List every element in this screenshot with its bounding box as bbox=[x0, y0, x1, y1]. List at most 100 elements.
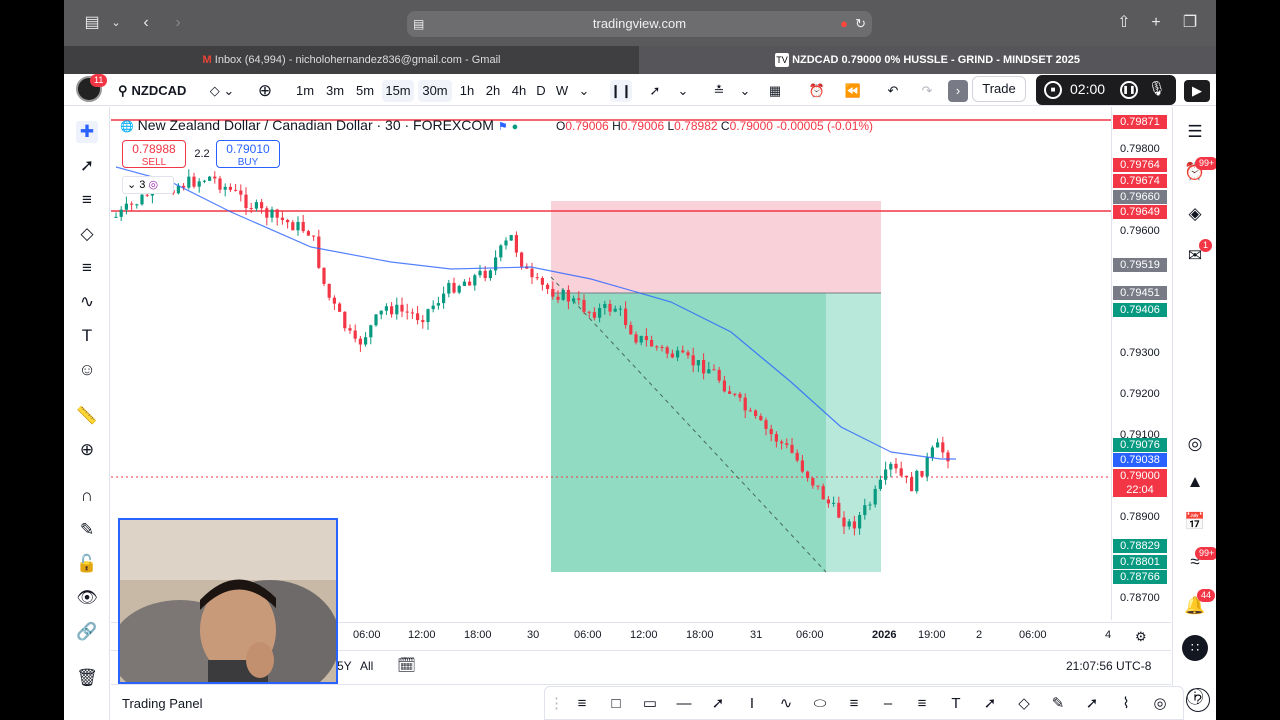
layouts-icon[interactable]: ▦ bbox=[764, 80, 786, 102]
stay-drawing-icon[interactable]: ✎ bbox=[76, 519, 98, 541]
rectangle-icon[interactable]: □ bbox=[605, 693, 627, 715]
eye-icon[interactable]: 👁 bbox=[76, 587, 98, 609]
date-range-icon[interactable]: 🗓 bbox=[397, 656, 416, 674]
spread-value: 2.2 bbox=[194, 148, 210, 160]
fib-retracement-icon[interactable]: ≡ bbox=[76, 189, 98, 211]
chevron-down-icon[interactable]: ⌄ bbox=[576, 80, 592, 102]
magnet-icon[interactable]: ∩ bbox=[76, 485, 98, 507]
interval-3m[interactable]: 3m bbox=[322, 80, 348, 102]
text-cursor-icon[interactable]: I bbox=[741, 693, 763, 715]
interval-1m[interactable]: 1m bbox=[292, 80, 318, 102]
pattern-icon[interactable]: ◇ bbox=[1013, 693, 1035, 715]
alert-icon[interactable]: ⏰ bbox=[806, 80, 828, 102]
trash-icon[interactable]: 🗑 bbox=[76, 667, 98, 689]
link-icon[interactable]: 🔗 bbox=[76, 621, 98, 643]
text-tool-icon[interactable]: T bbox=[76, 325, 98, 347]
candle-body bbox=[904, 475, 908, 478]
sell-button[interactable]: 0.78988 SELL bbox=[122, 140, 186, 168]
microphone-icon[interactable]: 🎙 bbox=[1148, 80, 1166, 97]
watchlist-icon[interactable]: ☰ bbox=[1184, 121, 1206, 143]
clock[interactable]: 21:07:56 UTC-8 bbox=[1066, 659, 1151, 673]
text-icon[interactable]: T bbox=[945, 693, 967, 715]
new-tab-icon[interactable]: + bbox=[1146, 13, 1166, 33]
brush-icon[interactable]: ∿ bbox=[76, 291, 98, 313]
candle-body bbox=[535, 277, 539, 279]
chevron-down-icon[interactable]: ⌄ bbox=[106, 13, 126, 33]
address-bar[interactable]: ▤ tradingview.com ● ↻ bbox=[407, 11, 872, 37]
brush-icon[interactable]: ✎ bbox=[1047, 693, 1069, 715]
share-icon[interactable]: ⇧ bbox=[1114, 13, 1134, 33]
trade-button[interactable]: Trade bbox=[972, 76, 1026, 102]
sidebar-icon[interactable]: ▤ bbox=[82, 13, 102, 33]
range-5y[interactable]: 5Y bbox=[337, 659, 352, 673]
crosshair-icon[interactable]: ✚ bbox=[76, 121, 98, 143]
question-icon[interactable]: ? bbox=[1186, 688, 1210, 712]
indicators-icon[interactable]: ≛ bbox=[708, 80, 730, 102]
candle-body bbox=[821, 486, 825, 500]
candle-body bbox=[748, 410, 752, 412]
fib-icon[interactable]: ≡ bbox=[571, 693, 593, 715]
range-all[interactable]: All bbox=[360, 659, 373, 673]
indicators-toggle[interactable]: ⌄ 3 ◎ bbox=[122, 176, 174, 194]
interval-5m[interactable]: 5m bbox=[352, 80, 378, 102]
lock-icon[interactable]: 🔓 bbox=[76, 553, 98, 575]
chevron-down-icon[interactable]: ⌄ bbox=[676, 80, 690, 102]
zoom-in-icon[interactable]: ⊕ bbox=[76, 439, 98, 461]
layers-icon[interactable]: ◈ bbox=[1184, 203, 1206, 225]
reload-icon[interactable]: ↻ bbox=[855, 11, 866, 37]
interval-2h[interactable]: 2h bbox=[482, 80, 504, 102]
chart-title[interactable]: New Zealand Dollar / Canadian Dollar · 3… bbox=[138, 117, 494, 133]
ideas-icon[interactable]: ▲ bbox=[1184, 471, 1206, 493]
more-tools-icon[interactable]: ◎ bbox=[1149, 693, 1171, 715]
trend-line-icon[interactable]: ➚ bbox=[707, 693, 729, 715]
tabs-overview-icon[interactable]: ❐ bbox=[1180, 13, 1200, 33]
parallel-channel-icon[interactable]: ▭ bbox=[639, 693, 661, 715]
interval-d[interactable]: D bbox=[534, 80, 548, 102]
horizontal-line-icon[interactable]: – bbox=[877, 693, 899, 715]
line-style-icon[interactable]: ➚ bbox=[644, 80, 666, 102]
calendar-icon[interactable]: 📅 bbox=[1184, 511, 1206, 533]
candle-style-icon[interactable]: ❙❙ bbox=[610, 80, 632, 102]
chevron-down-icon[interactable]: ⌄ bbox=[738, 80, 752, 102]
path-icon[interactable]: ∿ bbox=[775, 693, 797, 715]
projection-icon[interactable]: ≡ bbox=[911, 693, 933, 715]
pattern-icon[interactable]: ◇ bbox=[76, 223, 98, 245]
ruler-icon[interactable]: 📏 bbox=[76, 405, 98, 427]
price-scale[interactable]: 0.79800 0.79600 0.79300 0.79200 0.79100 … bbox=[1111, 107, 1171, 620]
shape-icon[interactable]: ⬭ bbox=[809, 693, 831, 715]
forward-icon[interactable]: › bbox=[168, 13, 188, 33]
target-icon[interactable]: ◎ bbox=[1184, 433, 1206, 455]
interval-w[interactable]: W bbox=[554, 80, 570, 102]
pause-icon[interactable]: ❚❚ bbox=[1120, 81, 1138, 99]
interval-4h[interactable]: 4h bbox=[508, 80, 530, 102]
expand-icon[interactable]: › bbox=[948, 80, 968, 102]
tab-gmail[interactable]: M Inbox (64,994) - nicholohernandez836@g… bbox=[64, 46, 639, 74]
camera-icon[interactable]: ▶ bbox=[1184, 80, 1210, 102]
replay-icon[interactable]: ⏪ bbox=[842, 80, 864, 102]
horizontal-ray-icon[interactable]: — bbox=[673, 693, 695, 715]
drag-handle-icon[interactable]: ⋮ bbox=[549, 693, 564, 715]
emoji-icon[interactable]: ☺ bbox=[76, 359, 98, 381]
symbol-search[interactable]: ⚲ NZDCAD bbox=[114, 80, 198, 102]
arrow-icon[interactable]: ➚ bbox=[1081, 693, 1103, 715]
interval-1h[interactable]: 1h bbox=[456, 80, 478, 102]
compare-add-icon[interactable]: ⊕ bbox=[254, 80, 276, 102]
trading-panel-tab[interactable]: Trading Panel bbox=[122, 696, 202, 711]
projection-icon[interactable]: ≡ bbox=[76, 257, 98, 279]
interval-15m[interactable]: 15m bbox=[382, 80, 414, 102]
interval-30m[interactable]: 30m bbox=[418, 80, 452, 102]
trendline-icon[interactable]: ➚ bbox=[76, 155, 98, 177]
pitchfork-icon[interactable]: ≡ bbox=[843, 693, 865, 715]
apps-grid-icon[interactable]: ∷ bbox=[1182, 635, 1208, 661]
diamond-menu-icon[interactable]: ◇ ⌄ bbox=[204, 80, 240, 102]
redo-icon[interactable]: ↷ bbox=[916, 80, 938, 102]
undo-icon[interactable]: ↶ bbox=[882, 80, 904, 102]
indicator-count: 3 bbox=[139, 179, 146, 191]
curve-icon[interactable]: ⌇ bbox=[1115, 693, 1137, 715]
settings-icon[interactable]: ⚙ bbox=[1135, 629, 1147, 645]
measure-icon[interactable]: ➚ bbox=[979, 693, 1001, 715]
back-icon[interactable]: ‹ bbox=[136, 13, 156, 33]
tab-tradingview[interactable]: TV NZDCAD 0.79000 0% HUSSLE - GRIND - MI… bbox=[639, 46, 1216, 74]
buy-button[interactable]: 0.79010 BUY bbox=[216, 140, 280, 168]
stop-record-icon[interactable]: ■ bbox=[1044, 81, 1062, 99]
